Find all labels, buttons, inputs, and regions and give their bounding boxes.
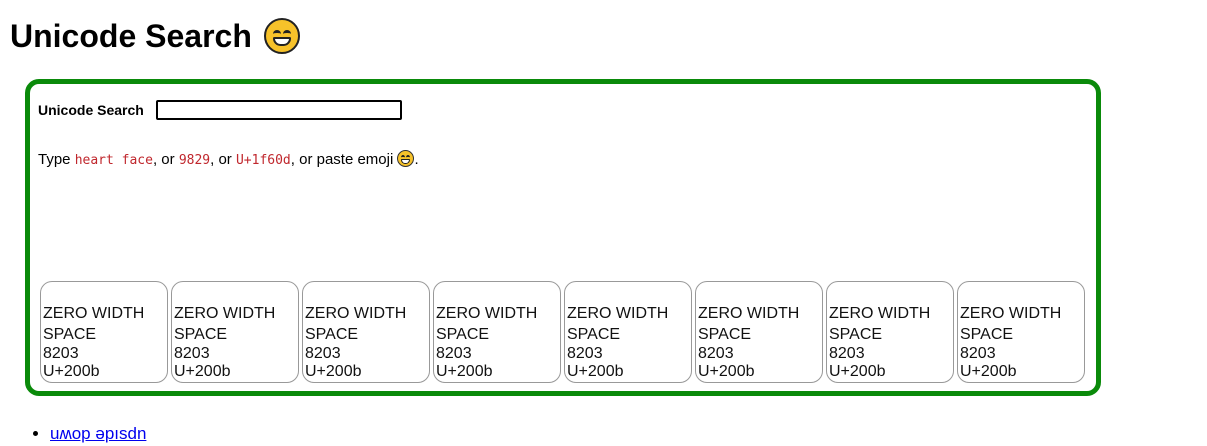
result-decimal: 8203 (567, 345, 603, 362)
result-decimal: 8203 (436, 345, 472, 362)
result-codepoint: U+200b (174, 363, 231, 380)
grinning-face-icon (263, 18, 300, 54)
result-card[interactable]: ZERO WIDTH SPACE 8203 U+200b (40, 281, 168, 383)
search-panel: Unicode Search Type heart face, or 9829,… (25, 79, 1101, 396)
result-card[interactable]: ZERO WIDTH SPACE 8203 U+200b (957, 281, 1085, 383)
result-decimal: 8203 (305, 345, 341, 362)
result-card[interactable]: ZERO WIDTH SPACE 8203 U+200b (695, 281, 823, 383)
result-card[interactable]: ZERO WIDTH SPACE 8203 U+200b (433, 281, 561, 383)
result-decimal: 8203 (698, 345, 734, 362)
search-input[interactable] (155, 100, 402, 120)
result-codepoint: U+200b (829, 363, 886, 380)
result-name: ZERO WIDTH SPACE (567, 305, 669, 343)
page-title: Unicode Search (10, 14, 300, 58)
search-row: Unicode Search (38, 100, 402, 120)
result-codepoint: U+200b (436, 363, 493, 380)
result-decimal: 8203 (829, 345, 865, 362)
result-codepoint: U+200b (960, 363, 1017, 380)
result-name: ZERO WIDTH SPACE (698, 305, 800, 343)
result-decimal: 8203 (43, 345, 79, 362)
result-codepoint: U+200b (567, 363, 624, 380)
list-item: uʍop ǝpısdn (50, 424, 146, 444)
result-card[interactable]: ZERO WIDTH SPACE 8203 U+200b (564, 281, 692, 383)
result-name: ZERO WIDTH SPACE (829, 305, 931, 343)
upside-down-link[interactable]: uʍop ǝpısdn (50, 424, 146, 443)
hint-text: Type (38, 151, 75, 168)
result-card[interactable]: ZERO WIDTH SPACE 8203 U+200b (826, 281, 954, 383)
grinning-face-icon (397, 150, 415, 167)
result-name: ZERO WIDTH SPACE (43, 305, 145, 343)
hint-example-decimal: 9829 (178, 153, 211, 168)
result-codepoint: U+200b (698, 363, 755, 380)
results-list: ZERO WIDTH SPACE 8203 U+200b ZERO WIDTH … (40, 281, 1085, 383)
hint-example-name: heart face (74, 153, 153, 168)
result-name: ZERO WIDTH SPACE (305, 305, 407, 343)
result-decimal: 8203 (174, 345, 210, 362)
search-label: Unicode Search (38, 102, 144, 118)
hint-text: , or (210, 151, 236, 168)
result-codepoint: U+200b (43, 363, 100, 380)
result-name: ZERO WIDTH SPACE (960, 305, 1062, 343)
hint-example-codepoint: U+1f60d (235, 153, 291, 168)
result-decimal: 8203 (960, 345, 996, 362)
page-title-text: Unicode Search (10, 18, 252, 54)
result-codepoint: U+200b (305, 363, 362, 380)
footer-links: uʍop ǝpısdn (28, 424, 146, 444)
result-name: ZERO WIDTH SPACE (436, 305, 538, 343)
hint-text: , or (152, 151, 179, 168)
hint-text: , or paste emoji (290, 151, 398, 168)
result-card[interactable]: ZERO WIDTH SPACE 8203 U+200b (302, 281, 430, 383)
search-hint: Type heart face, or 9829, or U+1f60d, or… (38, 150, 419, 168)
result-card[interactable]: ZERO WIDTH SPACE 8203 U+200b (171, 281, 299, 383)
hint-text: . (414, 151, 419, 168)
result-name: ZERO WIDTH SPACE (174, 305, 276, 343)
